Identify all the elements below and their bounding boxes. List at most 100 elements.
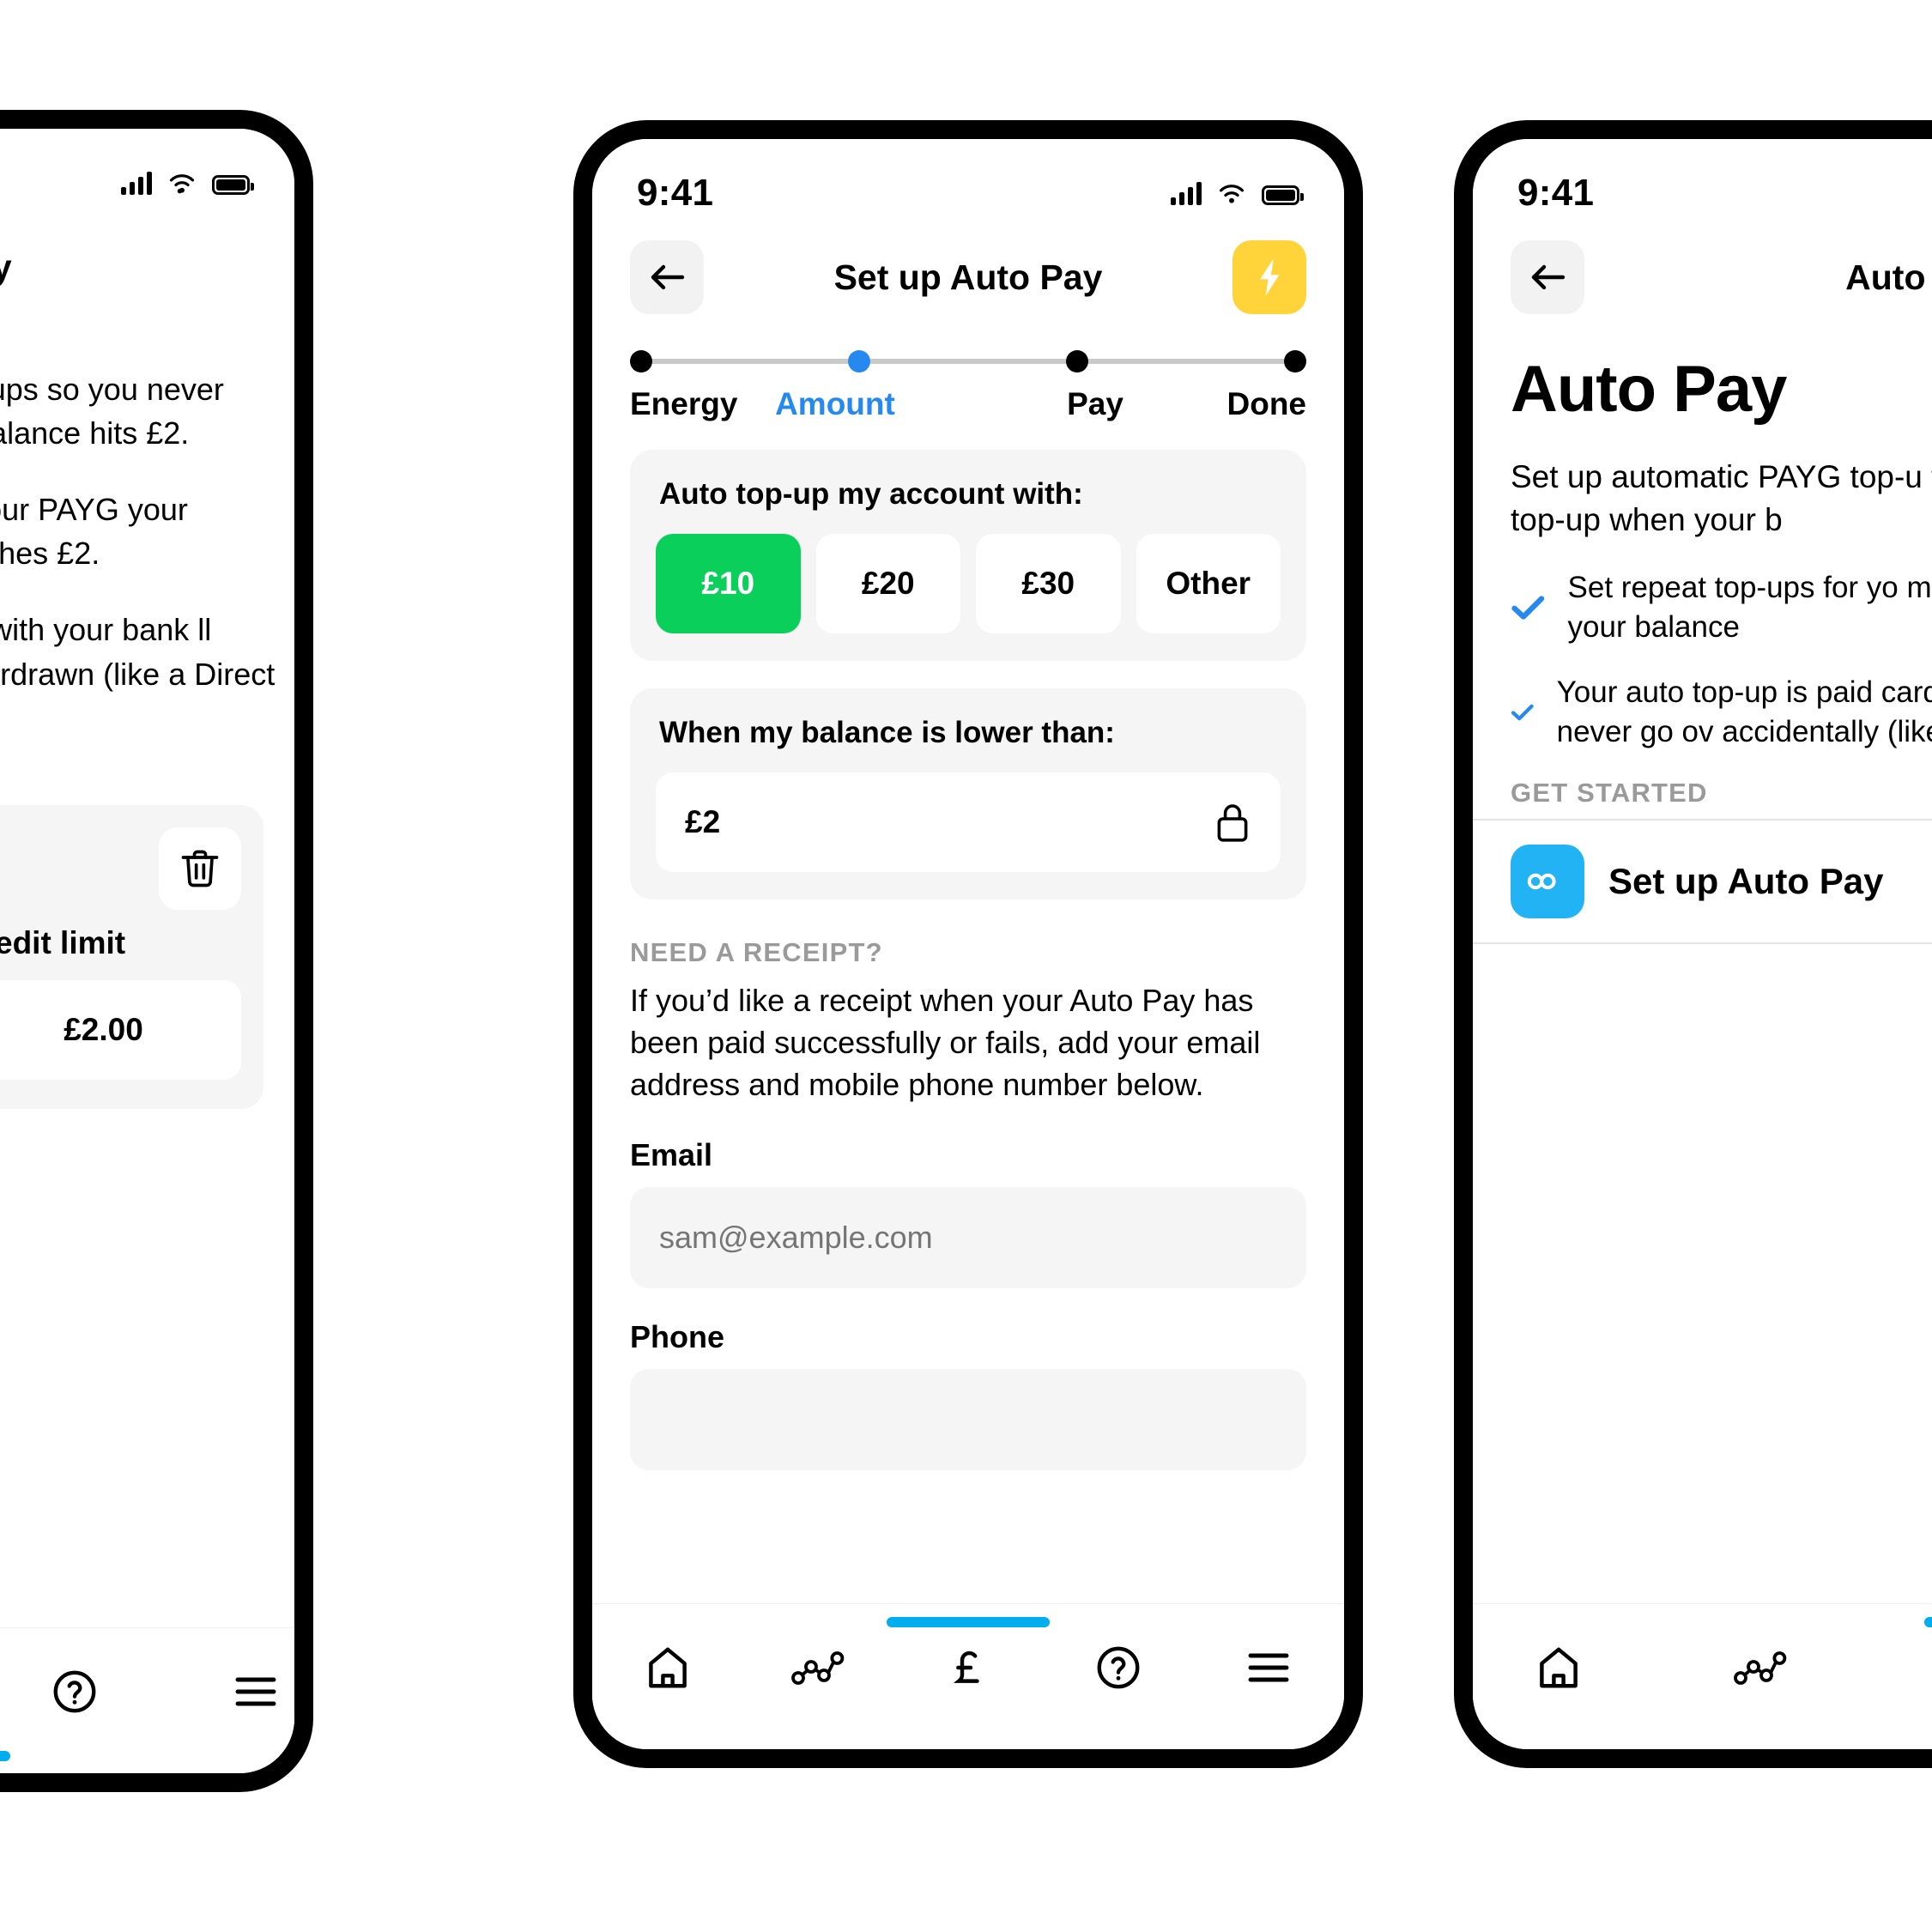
home-indicator <box>887 1617 1050 1627</box>
step-label-amount: Amount <box>775 386 895 421</box>
phone-right-screen: 9:41 Auto Pay Auto Pay Set up automatic … <box>1473 139 1932 1749</box>
phone-mid-screen: 9:41 Set up Auto Pay Energy Amount Pay D… <box>592 139 1344 1749</box>
tab-help[interactable] <box>36 1657 113 1726</box>
amount-option-30[interactable]: £30 <box>976 534 1121 633</box>
status-bar: 9:41 <box>592 139 1344 218</box>
threshold-card-title: When my balance is lower than: <box>659 716 1115 749</box>
check-icon <box>1511 596 1545 620</box>
threshold-value: £2 <box>685 804 721 839</box>
topup-options: £10 £20 £30 Other <box>656 534 1281 633</box>
setup-auto-pay-row[interactable]: Set up Auto Pay <box>1473 819 1932 945</box>
left-paragraph-2: op-ups for your PAYG your balance reache… <box>0 492 188 572</box>
amount-option-other[interactable]: Other <box>1136 534 1281 633</box>
benefits-list: Set repeat top-ups for yo meter when you… <box>1511 568 1932 753</box>
setup-stepper: Energy Amount Pay Done <box>592 321 1344 422</box>
usage-graph-icon <box>790 1651 845 1685</box>
tab-menu[interactable] <box>1226 1633 1311 1702</box>
tab-home[interactable] <box>625 1633 711 1702</box>
threshold-field[interactable]: £2 <box>656 772 1281 872</box>
tab-payments[interactable] <box>925 1633 1011 1702</box>
home-indicator <box>0 1751 10 1761</box>
battery-full-icon <box>212 175 254 195</box>
infinity-icon <box>1527 874 1556 890</box>
step-label-done: Done <box>1226 386 1307 421</box>
page-heading: Auto Pay <box>1511 353 1787 426</box>
benefit-item: Set repeat top-ups for yo meter when you… <box>1511 568 1932 647</box>
stepper-labels: Energy Amount Pay Done <box>630 386 1306 422</box>
tab-menu[interactable] <box>217 1657 294 1726</box>
screenshot-canvas: Auto Pay c PAYG top-ups so you never whe… <box>0 0 1932 1932</box>
step-dot-pay[interactable] <box>1066 350 1088 372</box>
benefit-text: Your auto top-up is paid card, so you’ll… <box>1556 675 1932 749</box>
left-credit-section: Credit limit £2.00 <box>0 740 294 1109</box>
mid-nav-header: Set up Auto Pay <box>592 218 1344 321</box>
step-dot-done[interactable] <box>1284 350 1306 372</box>
infinity-tile <box>1511 845 1584 919</box>
arrow-left-icon <box>1531 264 1566 290</box>
step-segment-3 <box>1088 359 1284 364</box>
credit-limit-label: Credit limit <box>0 924 126 960</box>
left-tab-bar <box>0 1627 294 1773</box>
hamburger-menu-icon <box>1248 1653 1289 1682</box>
quick-action-button[interactable] <box>1232 240 1306 314</box>
email-field[interactable] <box>630 1186 1306 1288</box>
page-title: Auto Pay <box>0 247 12 288</box>
home-icon <box>648 1647 687 1688</box>
email-label: Email <box>630 1136 713 1172</box>
phone-field[interactable] <box>630 1368 1306 1470</box>
wifi-icon <box>169 174 195 194</box>
step-segment-1 <box>652 359 848 364</box>
step-dot-energy[interactable] <box>630 350 652 372</box>
setup-auto-pay-label: Set up Auto Pay <box>1608 861 1884 902</box>
back-button[interactable] <box>1511 240 1584 314</box>
amount-option-20[interactable]: £20 <box>815 534 960 633</box>
home-indicator <box>1924 1617 1932 1627</box>
left-paragraph-3: p-up is paid with your bank ll never go … <box>0 612 276 692</box>
battery-full-icon <box>1262 185 1304 205</box>
credit-limit-value[interactable]: £2.00 <box>0 979 241 1080</box>
topup-amount-card: Auto top-up my account with: £10 £20 £30… <box>630 450 1306 661</box>
cellular-bars-icon <box>121 171 152 195</box>
arrow-left-icon <box>651 264 685 290</box>
wifi-icon <box>1219 185 1245 203</box>
get-started-eyebrow: GET STARTED <box>1511 778 1708 809</box>
lock-icon <box>1217 804 1248 842</box>
status-bar: 9:41 <box>1473 139 1932 218</box>
benefit-item: Your auto top-up is paid card, so you’ll… <box>1511 673 1932 752</box>
home-icon <box>1540 1647 1578 1688</box>
step-label-pay: Pay <box>1067 386 1123 421</box>
phone-label: Phone <box>630 1318 725 1354</box>
phone-left-screen: Auto Pay c PAYG top-ups so you never whe… <box>0 129 294 1773</box>
topup-card-title: Auto top-up my account with: <box>659 477 1083 511</box>
step-segment-2 <box>870 359 1066 364</box>
right-tab-bar <box>1473 1603 1932 1749</box>
balance-threshold-card: When my balance is lower than: £2 <box>630 688 1306 899</box>
amount-option-10[interactable]: £10 <box>656 534 801 633</box>
right-nav-header: Auto Pay <box>1473 218 1932 321</box>
step-dot-amount[interactable] <box>848 350 870 372</box>
status-bar <box>0 129 294 208</box>
back-button[interactable] <box>630 240 704 314</box>
tab-usage[interactable] <box>1717 1633 1803 1702</box>
credit-limit-card: Credit limit £2.00 <box>0 804 263 1109</box>
trash-icon <box>181 850 219 887</box>
phone-mid: 9:41 Set up Auto Pay Energy Amount Pay D… <box>573 120 1363 1768</box>
status-time: 9:41 <box>637 172 714 214</box>
receipt-eyebrow: NEED A RECEIPT? <box>630 937 883 967</box>
status-time: 9:41 <box>1517 172 1595 214</box>
tab-usage[interactable] <box>775 1633 861 1702</box>
status-icons <box>1171 181 1304 205</box>
pound-icon <box>953 1650 979 1683</box>
usage-graph-icon <box>1734 1651 1787 1685</box>
cellular-bars-icon <box>1171 181 1202 205</box>
benefit-text: Set repeat top-ups for yo meter when you… <box>1567 570 1932 644</box>
page-title: Set up Auto Pay <box>833 257 1103 297</box>
tab-home[interactable] <box>1516 1633 1602 1702</box>
left-nav-header: Auto Pay <box>0 208 294 311</box>
tab-payments[interactable] <box>1919 1633 1932 1702</box>
left-body: c PAYG top-ups so you never when your ba… <box>0 311 294 740</box>
intro-paragraph: Set up automatic PAYG top-u forget to to… <box>1511 459 1932 538</box>
receipt-section: NEED A RECEIPT? If you’d like a receipt … <box>592 899 1344 1470</box>
delete-button[interactable] <box>159 827 241 910</box>
tab-help[interactable] <box>1075 1633 1161 1702</box>
